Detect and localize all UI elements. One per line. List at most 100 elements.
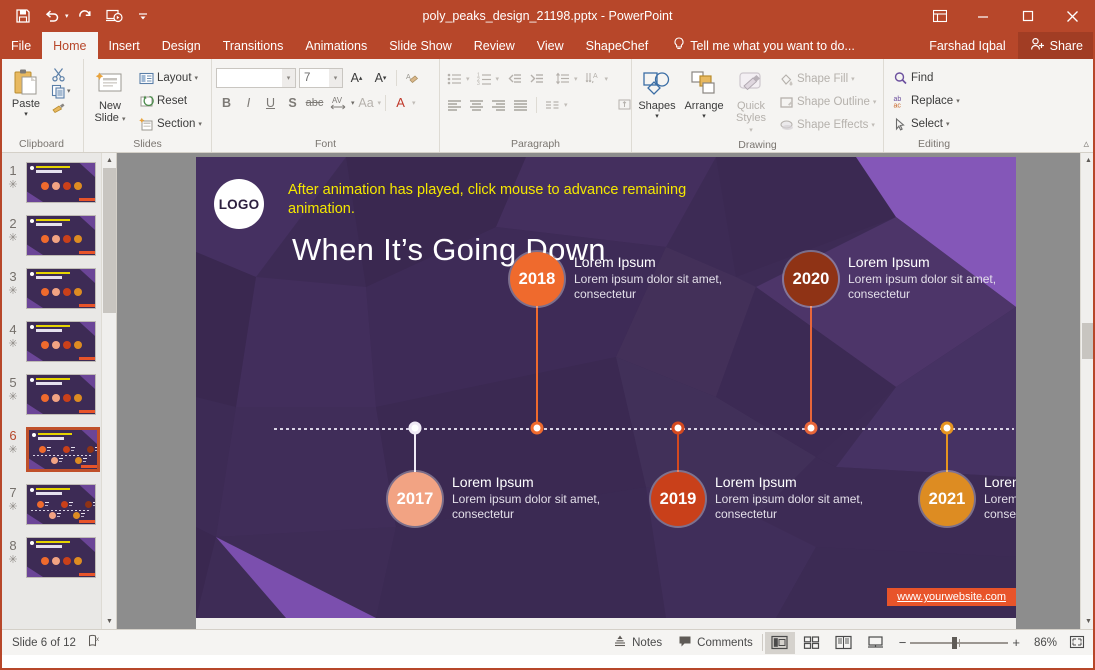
thumbnail-preview[interactable] [26, 321, 96, 362]
slide-indicator[interactable]: Slide 6 of 12 [12, 637, 76, 649]
slide-thumbnail[interactable]: 4✳ [0, 318, 116, 371]
quick-styles-button[interactable]: Quick Styles ▾ [730, 66, 772, 138]
shapes-button[interactable]: Shapes ▾ [636, 66, 678, 122]
font-name-input[interactable]: ▾ [216, 68, 296, 88]
zoom-slider[interactable]: − + [893, 635, 1026, 650]
paste-button[interactable]: Paste ▾ [4, 64, 48, 120]
timeline-axis-dot[interactable] [531, 422, 544, 435]
replace-button[interactable]: abac Replace ▾ [888, 90, 964, 112]
font-size-dropdown-icon[interactable]: ▾ [329, 69, 342, 87]
undo-dropdown-icon[interactable]: ▾ [65, 12, 69, 20]
zoom-track[interactable] [910, 642, 1008, 644]
collapse-ribbon-icon[interactable]: ▵ [1083, 137, 1089, 150]
shape-fill-button[interactable]: Shape Fill ▾ [774, 68, 880, 90]
maximize-icon[interactable] [1005, 0, 1050, 32]
font-name-dropdown-icon[interactable]: ▾ [282, 69, 295, 87]
thumbnails-scroll-up-icon[interactable]: ▲ [102, 153, 117, 168]
character-spacing-button[interactable]: AV [326, 92, 350, 113]
timeline-axis-dot[interactable] [941, 422, 954, 435]
change-case-dropdown-icon[interactable]: ▾ [378, 99, 382, 107]
logo-placeholder[interactable]: LOGO [214, 179, 264, 229]
timeline-year-badge[interactable]: 2018 [510, 252, 564, 306]
decrease-indent-icon[interactable] [504, 68, 525, 89]
find-button[interactable]: Find [888, 67, 964, 89]
animation-note[interactable]: After animation has played, click mouse … [288, 181, 688, 219]
underline-button[interactable]: U [260, 92, 281, 113]
zoom-in-button[interactable]: + [1012, 635, 1020, 650]
slide-canvas[interactable]: LOGO After animation has played, click m… [196, 157, 1016, 618]
slide-thumbnail[interactable]: 8✳ [0, 534, 116, 587]
font-color-button[interactable]: A [390, 92, 411, 113]
minimize-icon[interactable] [960, 0, 1005, 32]
line-spacing-dropdown-icon[interactable]: ▾ [574, 75, 578, 83]
close-icon[interactable] [1050, 0, 1095, 32]
tab-transitions[interactable]: Transitions [212, 32, 295, 59]
shape-outline-dropdown-icon[interactable]: ▾ [873, 98, 877, 106]
text-shadow-button[interactable]: S [282, 92, 303, 113]
cut-icon[interactable] [50, 66, 66, 82]
copy-icon[interactable] [50, 83, 66, 99]
timeline-node[interactable]: 2020Lorem IpsumLorem ipsum dolor sit ame… [784, 252, 838, 306]
thumbnails-scroll-down-icon[interactable]: ▼ [102, 614, 117, 629]
shapes-dropdown-icon[interactable]: ▾ [655, 113, 659, 120]
numbering-icon[interactable]: 123 [474, 68, 495, 89]
arrange-dropdown-icon[interactable]: ▾ [702, 113, 706, 120]
decrease-font-size-icon[interactable]: A▾ [370, 67, 391, 88]
start-presentation-icon[interactable] [101, 4, 127, 28]
replace-dropdown-icon[interactable]: ▾ [956, 97, 960, 105]
reset-button[interactable]: Reset [134, 90, 206, 112]
font-color-dropdown-icon[interactable]: ▾ [412, 99, 416, 107]
slide-thumbnail[interactable]: 6✳ [0, 424, 116, 481]
line-spacing-icon[interactable] [552, 68, 573, 89]
tab-view[interactable]: View [526, 32, 575, 59]
numbering-dropdown-icon[interactable]: ▾ [496, 75, 500, 83]
save-icon[interactable] [10, 4, 36, 28]
font-size-input[interactable]: 7 ▾ [299, 68, 343, 88]
center-icon[interactable] [466, 94, 487, 115]
timeline-node[interactable]: 2018Lorem IpsumLorem ipsum dolor sit ame… [510, 252, 564, 306]
timeline-axis-dot[interactable] [672, 422, 685, 435]
slide-show-view-button[interactable] [861, 632, 891, 654]
columns-icon[interactable] [542, 94, 563, 115]
zoom-out-button[interactable]: − [899, 635, 907, 650]
shape-fill-dropdown-icon[interactable]: ▾ [851, 75, 855, 83]
tab-design[interactable]: Design [151, 32, 212, 59]
thumbnail-preview[interactable] [26, 374, 96, 415]
thumbnail-preview[interactable] [26, 537, 96, 578]
align-right-icon[interactable] [488, 94, 509, 115]
customize-quick-access-icon[interactable] [130, 4, 156, 28]
timeline-year-badge[interactable]: 2021 [920, 472, 974, 526]
timeline-axis-dot[interactable] [805, 422, 818, 435]
format-painter-icon[interactable] [50, 100, 66, 116]
select-dropdown-icon[interactable]: ▾ [946, 120, 950, 128]
shape-outline-button[interactable]: Shape Outline ▾ [774, 91, 880, 113]
increase-indent-icon[interactable] [526, 68, 547, 89]
tab-home[interactable]: Home [42, 32, 97, 59]
bullets-dropdown-icon[interactable]: ▾ [466, 75, 470, 83]
increase-font-size-icon[interactable]: A▴ [346, 67, 367, 88]
thumbnails-scroll-thumb[interactable] [103, 168, 116, 313]
text-direction-icon[interactable]: A [583, 68, 604, 89]
thumbnail-preview[interactable] [26, 215, 96, 256]
text-direction-dropdown-icon[interactable]: ▾ [605, 75, 609, 83]
timeline-year-badge[interactable]: 2019 [651, 472, 705, 526]
slide-thumbnail[interactable]: 7✳ [0, 481, 116, 534]
user-name[interactable]: Farshad Iqbal [917, 39, 1017, 53]
tab-slide-show[interactable]: Slide Show [378, 32, 463, 59]
timeline-node[interactable]: 2021Lorem IpsumLorem ipsum dolor sit ame… [920, 472, 974, 526]
paste-dropdown-icon[interactable]: ▾ [24, 111, 28, 118]
normal-view-button[interactable] [765, 632, 795, 654]
italic-button[interactable]: I [238, 92, 259, 113]
fit-slide-to-window-icon[interactable] [1065, 632, 1089, 654]
reading-view-button[interactable] [829, 632, 859, 654]
notes-button[interactable]: Notes [606, 632, 669, 654]
bullets-icon[interactable] [444, 68, 465, 89]
arrange-button[interactable]: Arrange ▾ [680, 66, 728, 122]
ribbon-display-options-icon[interactable] [920, 0, 960, 32]
slide-sorter-view-button[interactable] [797, 632, 827, 654]
tell-me-box[interactable]: Tell me what you want to do... [673, 32, 855, 59]
thumbnail-preview[interactable] [26, 427, 100, 472]
timeline-node[interactable]: 2017Lorem IpsumLorem ipsum dolor sit ame… [388, 472, 442, 526]
strikethrough-button[interactable]: abc [304, 92, 325, 113]
tab-file[interactable]: File [0, 32, 42, 59]
